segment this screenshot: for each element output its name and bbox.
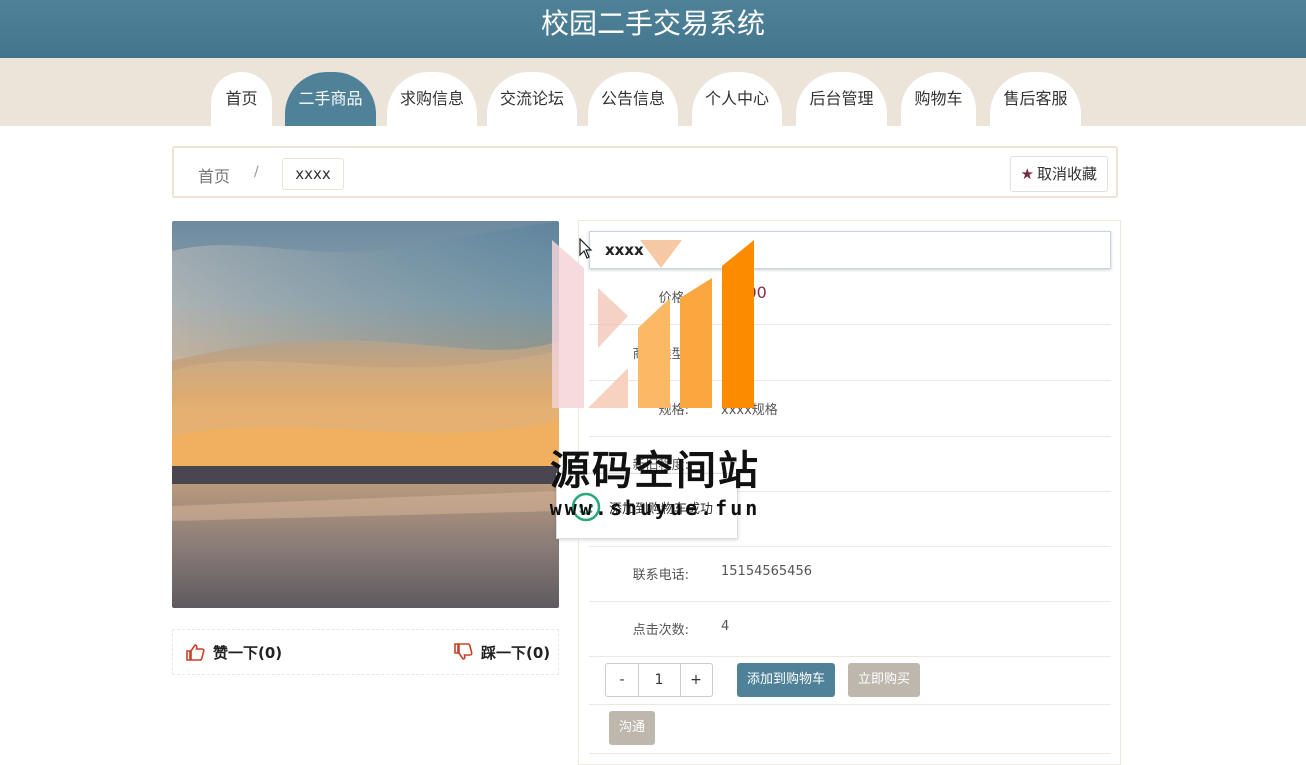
dislike-button[interactable]: 踩一下(0) [453, 642, 550, 665]
buy-now-button[interactable]: 立即购买 [848, 663, 921, 697]
like-label: 赞一下(0) [213, 644, 283, 662]
divider [589, 753, 1111, 754]
quantity-decrease-button[interactable]: - [606, 664, 639, 696]
toast-message: 添加到购物车成功 [609, 502, 714, 517]
detail-row-price: 价格: ¥9.00 [589, 269, 1111, 325]
thumbs-up-icon [185, 643, 205, 665]
detail-value: ¥9.00 [721, 283, 767, 302]
detail-label: 价格: [658, 291, 689, 306]
site-title: 校园二手交易系统 [540, 7, 765, 40]
star-icon: ★ [1020, 165, 1034, 183]
breadcrumb-home[interactable]: 首页 [198, 163, 230, 187]
like-button[interactable]: 赞一下(0) [185, 642, 282, 665]
cancel-favorite-label: 取消收藏 [1036, 165, 1097, 183]
detail-row-type: 商品类型: [589, 325, 1111, 381]
vote-bar: 赞一下(0) 踩一下(0) [172, 629, 559, 675]
nav-item-home[interactable]: 首页 [211, 72, 272, 126]
dislike-label: 踩一下(0) [481, 644, 551, 662]
cancel-favorite-button[interactable]: ★ 取消收藏 [1009, 156, 1108, 192]
mouse-cursor-icon [579, 238, 593, 259]
site-header: 校园二手交易系统 [0, 0, 1306, 58]
product-title: xxxx [589, 231, 1111, 269]
breadcrumb-separator: / [254, 164, 259, 180]
thumbs-down-icon [453, 642, 473, 665]
quantity-input[interactable]: 1 [638, 664, 681, 696]
quantity-stepper: - 1 + [605, 663, 713, 697]
detail-label: 新旧程度: [632, 458, 689, 473]
detail-label: 联系电话: [632, 568, 689, 583]
detail-label: 点击次数: [632, 623, 689, 638]
detail-value: 4 [721, 619, 730, 634]
quantity-increase-button[interactable]: + [680, 664, 712, 696]
product-image [172, 221, 559, 608]
detail-label: 规格: [658, 403, 689, 418]
detail-value: 15154565456 [721, 564, 812, 579]
breadcrumb-current: xxxx [282, 158, 344, 190]
add-to-cart-button[interactable]: 添加到购物车 [737, 663, 836, 697]
detail-row-phone: 联系电话: 15154565456 [589, 546, 1111, 602]
detail-row-spec: 规格: xxxx规格 [589, 381, 1111, 437]
chat-button[interactable]: 沟通 [609, 711, 656, 745]
detail-label: 商品类型: [632, 347, 689, 362]
success-icon [571, 492, 601, 526]
success-toast: 添加到购物车成功 [556, 473, 738, 539]
breadcrumb: 首页 / xxxx ★ 取消收藏 [172, 146, 1118, 198]
detail-value: xxxx规格 [721, 403, 778, 418]
divider [589, 704, 1111, 705]
detail-row-clicks: 点击次数: 4 [589, 601, 1111, 657]
